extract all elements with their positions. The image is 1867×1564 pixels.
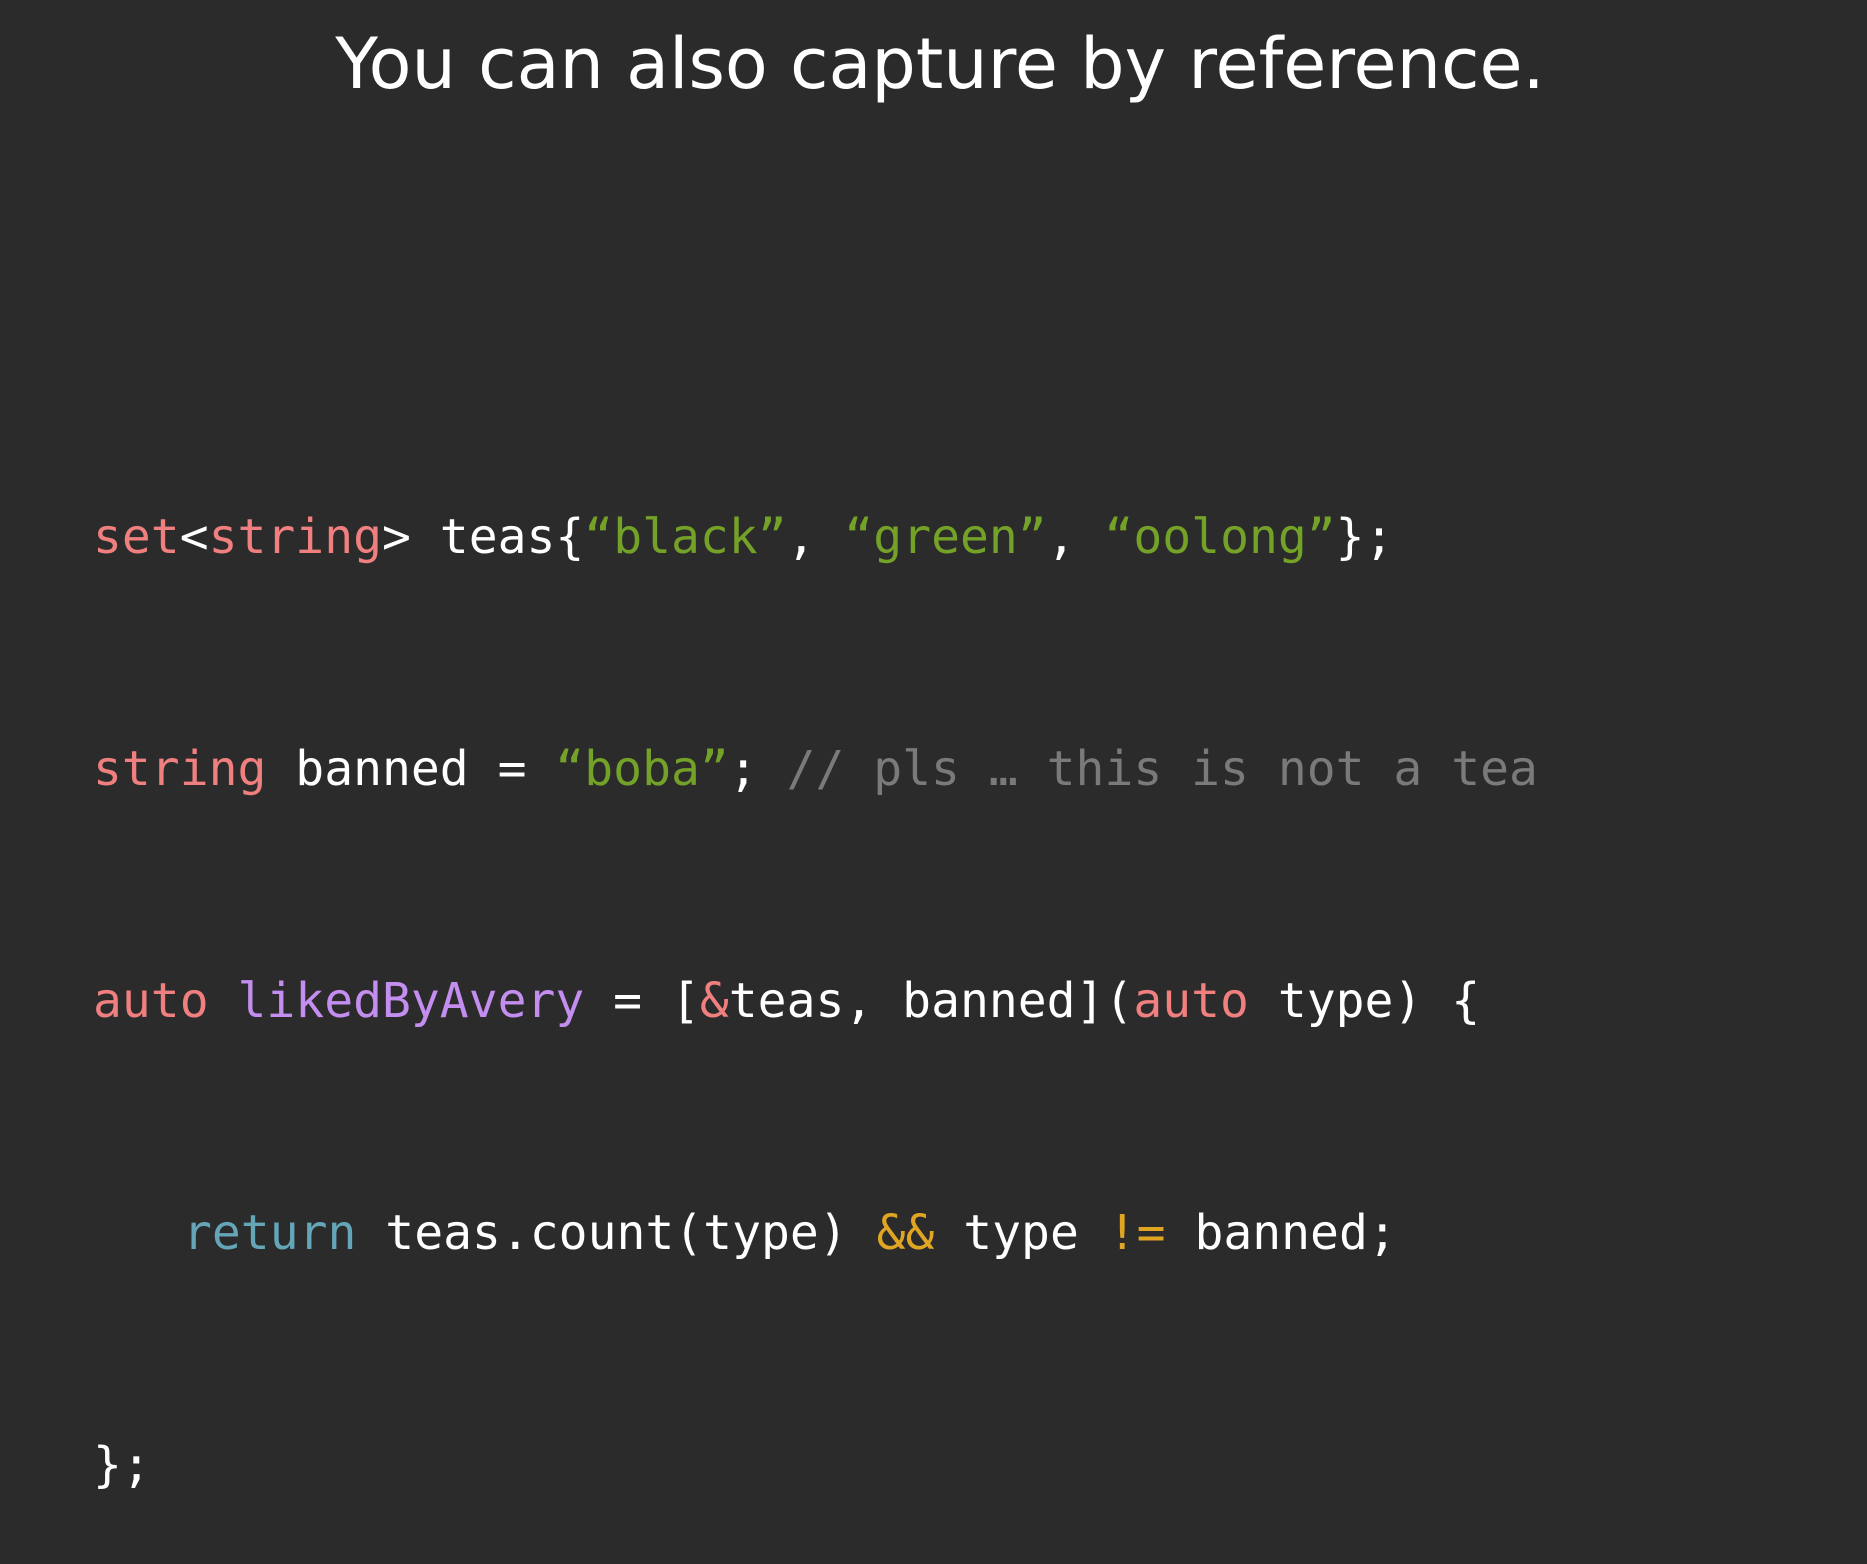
code-token: auto xyxy=(93,973,209,1029)
code-block: set<string> teas{“black”, “green”, “oolo… xyxy=(93,392,1538,1564)
slide: You can also capture by reference. set<s… xyxy=(0,0,1867,1493)
code-token: = [ xyxy=(584,973,700,1029)
code-token: likedByAvery xyxy=(237,973,585,1029)
code-token: “black” xyxy=(584,509,787,565)
slide-title: You can also capture by reference. xyxy=(335,23,1545,105)
code-line-2: string banned = “boba”; // pls … this is… xyxy=(93,740,1538,798)
code-token: & xyxy=(699,973,729,1029)
code-comment: // pls … this is not a tea xyxy=(786,741,1538,797)
code-token: teas.count(type) xyxy=(356,1205,877,1261)
code-token: set xyxy=(93,509,180,565)
code-token: auto xyxy=(1133,973,1249,1029)
code-token: “green” xyxy=(844,509,1047,565)
code-token: }; xyxy=(93,1437,151,1493)
code-line-5: }; xyxy=(93,1436,1538,1494)
code-token: != xyxy=(1107,1205,1166,1261)
code-token: type) { xyxy=(1248,973,1481,1029)
code-line-3: auto likedByAvery = [&teas, banned](auto… xyxy=(93,972,1538,1030)
code-token: ; xyxy=(728,741,787,797)
code-token: “oolong” xyxy=(1104,509,1336,565)
code-token: return xyxy=(183,1205,357,1261)
code-token: , xyxy=(1046,509,1105,565)
code-token: string xyxy=(93,741,267,797)
code-token: < xyxy=(179,509,209,565)
code-token: teas, banned]( xyxy=(728,973,1134,1029)
code-token: }; xyxy=(1335,509,1394,565)
code-token: type xyxy=(934,1205,1108,1261)
code-token: “boba” xyxy=(555,741,729,797)
code-token: string xyxy=(208,509,382,565)
code-line-4: return teas.count(type) && type != banne… xyxy=(93,1204,1538,1262)
code-token: banned = xyxy=(266,741,556,797)
code-token: > teas{ xyxy=(382,509,585,565)
code-token: , xyxy=(786,509,845,565)
code-line-1: set<string> teas{“black”, “green”, “oolo… xyxy=(93,508,1538,566)
code-token: && xyxy=(876,1205,935,1261)
code-token: banned; xyxy=(1165,1205,1397,1261)
